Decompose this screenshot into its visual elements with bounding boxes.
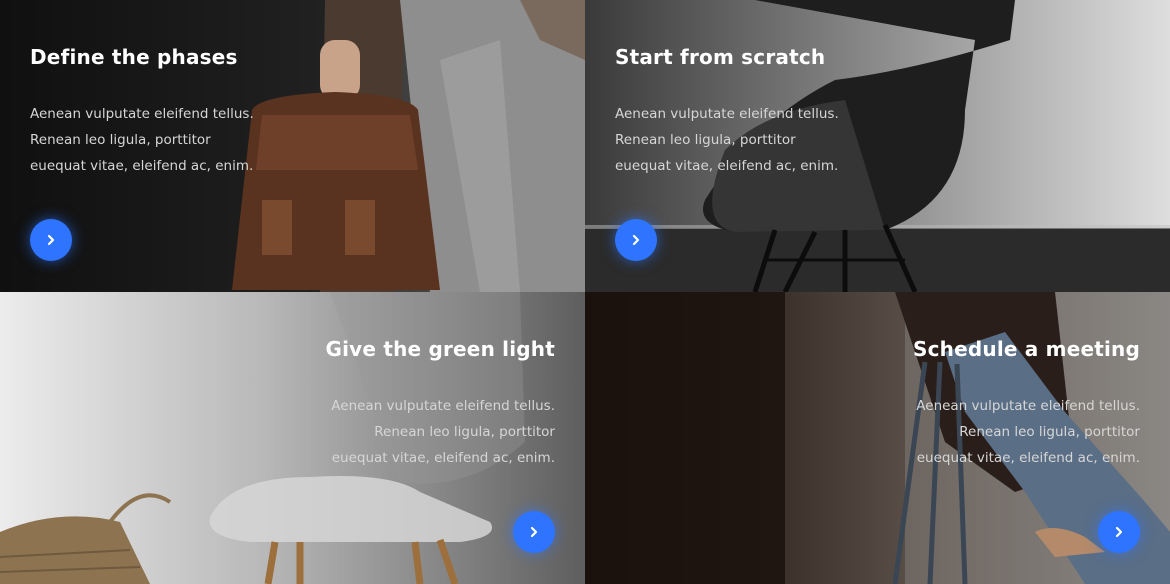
description-line: Renean leo ligula, porttitor — [30, 132, 211, 148]
card-title: Define the phases — [30, 45, 238, 69]
feature-card-green-light: Give the green light Aenean vulputate el… — [0, 292, 585, 584]
description-line: Renean leo ligula, porttitor — [959, 424, 1140, 440]
card-next-button[interactable] — [30, 219, 72, 261]
description-line: Aenean vulputate eleifend tellus. — [331, 398, 555, 414]
card-description: Aenean vulputate eleifend tellus. Renean… — [30, 101, 254, 179]
description-line: euequat vitae, eleifend ac, enim. — [30, 158, 254, 174]
card-title: Schedule a meeting — [913, 337, 1140, 361]
feature-card-start-scratch: Start from scratch Aenean vulputate elei… — [585, 0, 1170, 292]
card-next-button[interactable] — [1098, 511, 1140, 553]
feature-grid: Define the phases Aenean vulputate eleif… — [0, 0, 1170, 584]
description-line: Renean leo ligula, porttitor — [374, 424, 555, 440]
chevron-right-icon — [47, 234, 55, 246]
card-title: Start from scratch — [615, 45, 826, 69]
feature-card-define-phases: Define the phases Aenean vulputate eleif… — [0, 0, 585, 292]
card-description: Aenean vulputate eleifend tellus. Renean… — [331, 393, 555, 471]
card-title: Give the green light — [325, 337, 555, 361]
feature-card-schedule-meeting: Schedule a meeting Aenean vulputate elei… — [585, 292, 1170, 584]
description-line: euequat vitae, eleifend ac, enim. — [916, 450, 1140, 466]
card-next-button[interactable] — [513, 511, 555, 553]
card-description: Aenean vulputate eleifend tellus. Renean… — [615, 101, 839, 179]
chevron-right-icon — [1115, 526, 1123, 538]
description-line: Aenean vulputate eleifend tellus. — [615, 106, 839, 122]
chevron-right-icon — [632, 234, 640, 246]
description-line: Renean leo ligula, porttitor — [615, 132, 796, 148]
description-line: Aenean vulputate eleifend tellus. — [916, 398, 1140, 414]
card-description: Aenean vulputate eleifend tellus. Renean… — [916, 393, 1140, 471]
description-line: euequat vitae, eleifend ac, enim. — [615, 158, 839, 174]
description-line: euequat vitae, eleifend ac, enim. — [331, 450, 555, 466]
description-line: Aenean vulputate eleifend tellus. — [30, 106, 254, 122]
card-next-button[interactable] — [615, 219, 657, 261]
chevron-right-icon — [530, 526, 538, 538]
